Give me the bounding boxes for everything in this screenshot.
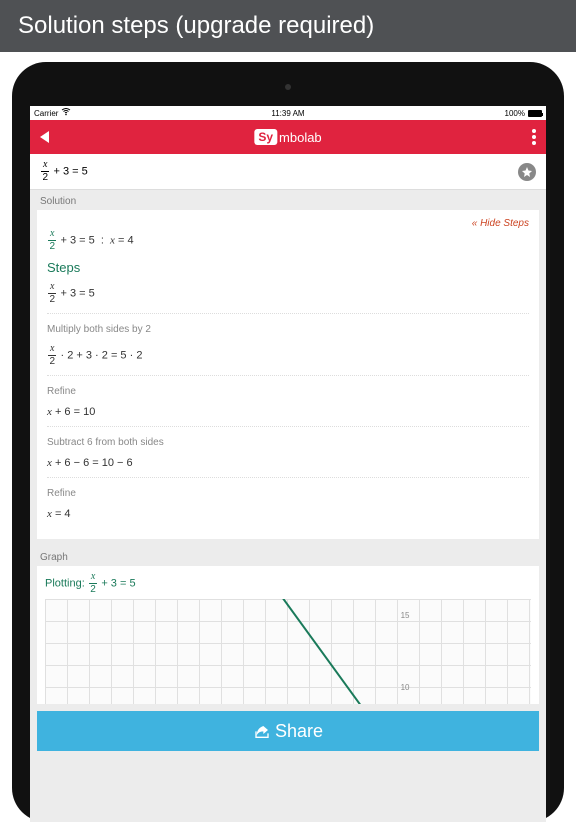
y-tick: 15 <box>401 611 410 620</box>
app-header: Sy mbolab <box>30 120 546 154</box>
graph-canvas[interactable]: 15 10 <box>45 599 531 704</box>
y-tick: 10 <box>401 683 410 692</box>
step-desc: Refine <box>47 488 529 502</box>
step-expr: x = 4 <box>47 505 529 528</box>
promo-banner: Solution steps (upgrade required) <box>0 0 576 52</box>
content-scroll[interactable]: x2 + 3 = 5 Solution « Hide Steps x2 + 3 … <box>30 154 546 822</box>
logo-suffix: mbolab <box>279 130 322 145</box>
step-expr: x + 6 = 10 <box>47 403 529 427</box>
steps-heading: Steps <box>47 260 529 275</box>
solution-answer: x2 + 3 = 5 : x = 4 <box>47 229 529 252</box>
step-desc: Refine <box>47 386 529 400</box>
equation-display: x2 + 3 = 5 <box>40 160 88 183</box>
carrier-label: Carrier <box>34 109 58 118</box>
share-label: Share <box>275 721 323 742</box>
original-equation: x2 + 3 = 5 <box>47 279 529 314</box>
graph-section-label: Graph <box>30 546 546 566</box>
battery-icon <box>528 110 542 117</box>
wifi-icon <box>61 108 71 118</box>
battery-percent: 100% <box>505 109 525 118</box>
share-button[interactable]: Share <box>37 711 539 751</box>
solution-card: « Hide Steps x2 + 3 = 5 : x = 4 Steps x2… <box>37 210 539 539</box>
device-frame: Carrier 11:39 AM 100% Sy mbolab <box>0 52 576 768</box>
share-icon <box>253 724 269 738</box>
solution-section-label: Solution <box>30 190 546 210</box>
app-logo: Sy mbolab <box>254 129 321 145</box>
ipad-bezel: Carrier 11:39 AM 100% Sy mbolab <box>12 62 564 822</box>
favorite-button[interactable] <box>518 163 536 181</box>
step-expr: x + 6 − 6 = 10 − 6 <box>47 454 529 478</box>
back-button[interactable] <box>40 131 49 143</box>
app-screen: Carrier 11:39 AM 100% Sy mbolab <box>30 106 546 822</box>
step-desc: Subtract 6 from both sides <box>47 437 529 451</box>
logo-prefix: Sy <box>254 129 277 145</box>
plot-line <box>260 599 367 704</box>
equation-input-row: x2 + 3 = 5 <box>30 154 546 190</box>
clock-label: 11:39 AM <box>203 109 372 118</box>
hide-steps-link[interactable]: « Hide Steps <box>472 218 529 229</box>
step-expr: x2 · 2 + 3 · 2 = 5 · 2 <box>47 341 529 376</box>
menu-button[interactable] <box>532 129 536 145</box>
step-desc: Multiply both sides by 2 <box>47 324 529 338</box>
banner-text: Solution steps (upgrade required) <box>18 12 374 40</box>
plotting-label: Plotting: x2 + 3 = 5 <box>45 572 531 595</box>
status-bar: Carrier 11:39 AM 100% <box>30 106 546 120</box>
graph-card: Plotting: x2 + 3 = 5 15 10 <box>37 566 539 704</box>
